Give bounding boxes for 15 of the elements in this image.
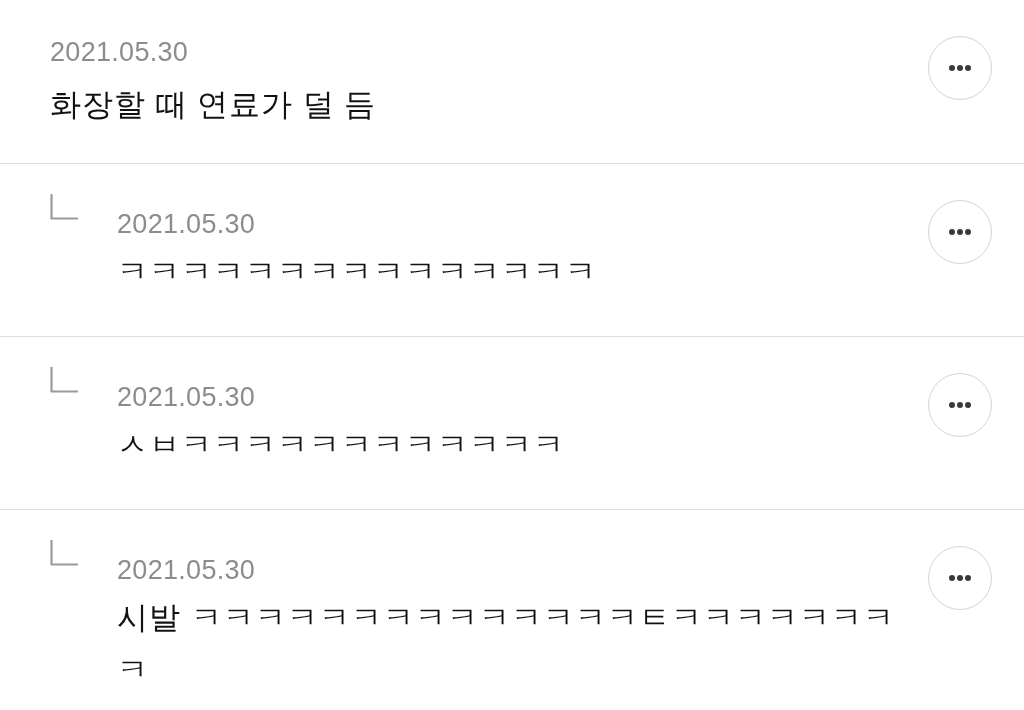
comment-text: ㅅㅂㅋㅋㅋㅋㅋㅋㅋㅋㅋㅋㅋㅋ (117, 426, 566, 464)
comment-text: ㅋㅋㅋㅋㅋㅋㅋㅋㅋㅋㅋㅋㅋㅋㅋ (117, 253, 598, 291)
reply-corner-icon (50, 367, 78, 393)
more-icon (949, 575, 971, 581)
comment-date: 2021.05.30 (117, 208, 257, 240)
comment-date: 2021.05.30 (117, 381, 257, 413)
comment-text: 화장할 때 연료가 덜 듬 (50, 86, 378, 124)
comment-date: 2021.05.30 (117, 554, 257, 586)
reply-corner-icon (50, 540, 78, 566)
more-icon (949, 65, 971, 71)
comment-date: 2021.05.30 (50, 36, 190, 68)
reply-corner-icon (50, 194, 78, 220)
more-icon (949, 402, 971, 408)
more-icon (949, 229, 971, 235)
comment-text: 시발 ㅋㅋㅋㅋㅋㅋㅋㅋㅋㅋㅋㅋㅋㅋㅌㅋㅋㅋㅋㅋㅋㅋㅋ (117, 599, 896, 689)
